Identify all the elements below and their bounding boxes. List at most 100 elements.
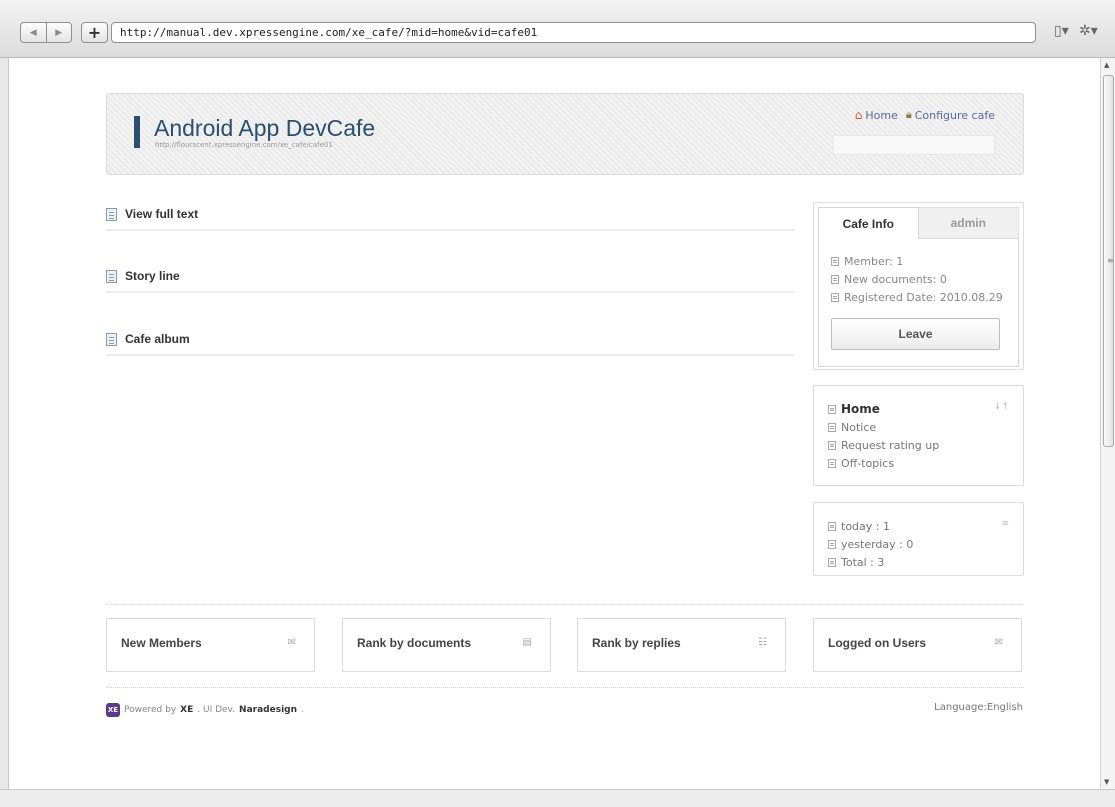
list-icon [831, 274, 839, 284]
configure-cafe-link[interactable]: 🔒︎ Configure cafe [906, 108, 995, 122]
widget-new-members: New Members ✉ [106, 618, 315, 672]
widget-title[interactable]: Logged on Users [828, 636, 926, 650]
cafe-info-tabs: Cafe Info admin [818, 207, 1019, 239]
widget-logged-on-users: Logged on Users ✉ [813, 618, 1022, 672]
section-view-full-text: View full text [106, 206, 794, 231]
leave-button[interactable]: Leave [831, 318, 1000, 350]
cafe-info-body: Member: 1 New documents: 0 Registered Da… [818, 239, 1019, 367]
cafe-menu: ↓↑ Home Notice Request rating up Off-top… [814, 386, 1023, 486]
section-cafe-album: Cafe album [106, 331, 794, 356]
ui-prefix: . UI Dev. [197, 705, 236, 715]
new-documents-text: New documents: 0 [844, 272, 947, 286]
registered-date-text: Registered Date: 2010.08.29 [844, 290, 1003, 304]
gear-icon[interactable]: ✲▾ [1079, 23, 1098, 39]
ui-brand[interactable]: Naradesign [239, 705, 297, 715]
new-tab-button[interactable]: + [81, 22, 108, 43]
address-bar[interactable]: http://manual.dev.xpressengine.com/xe_ca… [111, 22, 1036, 43]
home-icon: ⌂ [854, 108, 863, 122]
document-icon [106, 270, 117, 283]
divider-bottom [106, 687, 1024, 688]
scroll-thumb[interactable]: ≡ [1103, 75, 1114, 447]
section-title[interactable]: View full text [125, 207, 198, 221]
powered-prefix: Powered by [124, 705, 177, 715]
lock-icon: 🔒︎ [905, 108, 912, 121]
widget-title[interactable]: Rank by replies [592, 636, 681, 650]
list-icon [828, 422, 836, 432]
list-icon [828, 404, 836, 414]
widget-rank-by-documents: Rank by documents ▤ [342, 618, 551, 672]
document-icon [106, 208, 117, 221]
menu-item-label: Notice [841, 420, 877, 434]
cafe-title[interactable]: Android App DevCafe [154, 115, 375, 142]
member-count-text: Member: 1 [844, 254, 904, 268]
menu-item-notice[interactable]: Notice [828, 418, 1011, 436]
title-accent-bar [134, 116, 140, 148]
widget-title[interactable]: New Members [121, 636, 202, 650]
list-icon: ☷ [758, 637, 767, 648]
section-title[interactable]: Story line [125, 269, 180, 283]
counter-yesterday-text: yesterday : 0 [841, 537, 914, 551]
home-link[interactable]: ⌂ Home [855, 108, 898, 122]
menu-item-off-topics[interactable]: Off-topics [828, 454, 1011, 472]
menu-item-label: Off-topics [841, 456, 895, 470]
menu-item-label: Home [841, 402, 880, 416]
header-search-field[interactable] [833, 135, 995, 155]
list-icon [828, 458, 836, 468]
member-count: Member: 1 [831, 252, 1004, 270]
scroll-down-icon[interactable]: ▼ [1104, 778, 1109, 786]
list-icon [828, 539, 836, 549]
language-selector[interactable]: Language:English [934, 702, 1023, 713]
tab-admin[interactable]: admin [918, 207, 1019, 239]
cafe-info-box: Cafe Info admin Member: 1 New documents:… [813, 202, 1024, 370]
menu-item-home[interactable]: Home [828, 400, 1011, 418]
document-icon: ▤ [522, 637, 532, 648]
divider-top [106, 604, 1024, 605]
tab-cafe-info[interactable]: Cafe Info [818, 207, 919, 239]
counter-total: Total : 3 [828, 553, 1011, 571]
mail-icon: ✉ [287, 637, 296, 648]
footer-credits: XE Powered by XE . UI Dev. Naradesign. [106, 703, 304, 717]
list-icon [828, 557, 836, 567]
vertical-scrollbar[interactable]: ▲ ≡ ▼ [1100, 58, 1115, 789]
section-title[interactable]: Cafe album [125, 332, 190, 346]
section-story-line: Story line [106, 268, 794, 293]
widget-rank-by-replies: Rank by replies ☷ [577, 618, 786, 672]
counter-today: today : 1 [828, 517, 1011, 535]
visitor-counter: ≡ today : 1 yesterday : 0 Total : 3 [814, 503, 1023, 585]
forward-icon[interactable]: ▶ [45, 23, 72, 42]
cafe-url: http://flourscent.xpressengine.com/xe_ca… [155, 141, 333, 149]
menu-item-request-rating-up[interactable]: Request rating up [828, 436, 1011, 454]
lines-icon: ≡ [1001, 519, 1009, 529]
menu-item-label: Request rating up [841, 438, 940, 452]
registered-date: Registered Date: 2010.08.29 [831, 288, 1004, 306]
sort-icon[interactable]: ↓↑ [994, 402, 1009, 412]
cafe-menu-box: ↓↑ Home Notice Request rating up Off-top… [813, 385, 1024, 486]
browser-toolbar: ◀ ▶ + http://manual.dev.xpressengine.com… [0, 0, 1115, 58]
nav-buttons: ◀ ▶ [20, 22, 72, 43]
document-icon [106, 333, 117, 346]
visitor-counter-box: ≡ today : 1 yesterday : 0 Total : 3 [813, 502, 1024, 576]
scroll-up-icon[interactable]: ▲ [1104, 61, 1109, 69]
page-viewport: Android App DevCafe http://flourscent.xp… [8, 58, 1100, 789]
widget-title[interactable]: Rank by documents [357, 636, 471, 650]
counter-yesterday: yesterday : 0 [828, 535, 1011, 553]
list-icon [831, 256, 839, 266]
header-links: ⌂ Home 🔒︎ Configure cafe [855, 108, 995, 122]
home-link-label: Home [865, 108, 898, 122]
xe-logo[interactable]: XE [106, 703, 120, 717]
grip-icon: ≡ [1107, 256, 1114, 265]
new-documents: New documents: 0 [831, 270, 1004, 288]
mail-icon: ✉ [994, 637, 1003, 648]
list-icon [831, 292, 839, 302]
powered-brand[interactable]: XE [180, 705, 193, 715]
counter-today-text: today : 1 [841, 519, 890, 533]
cafe-header: Android App DevCafe http://flourscent.xp… [106, 93, 1024, 175]
back-icon[interactable]: ◀ [21, 23, 46, 42]
list-icon [828, 521, 836, 531]
status-bar [0, 789, 1115, 807]
counter-total-text: Total : 3 [841, 555, 885, 569]
ui-suffix: . [301, 705, 304, 715]
list-icon [828, 440, 836, 450]
page-menu-icon[interactable]: ▯▾ [1054, 23, 1069, 39]
configure-link-label: Configure cafe [914, 108, 995, 122]
